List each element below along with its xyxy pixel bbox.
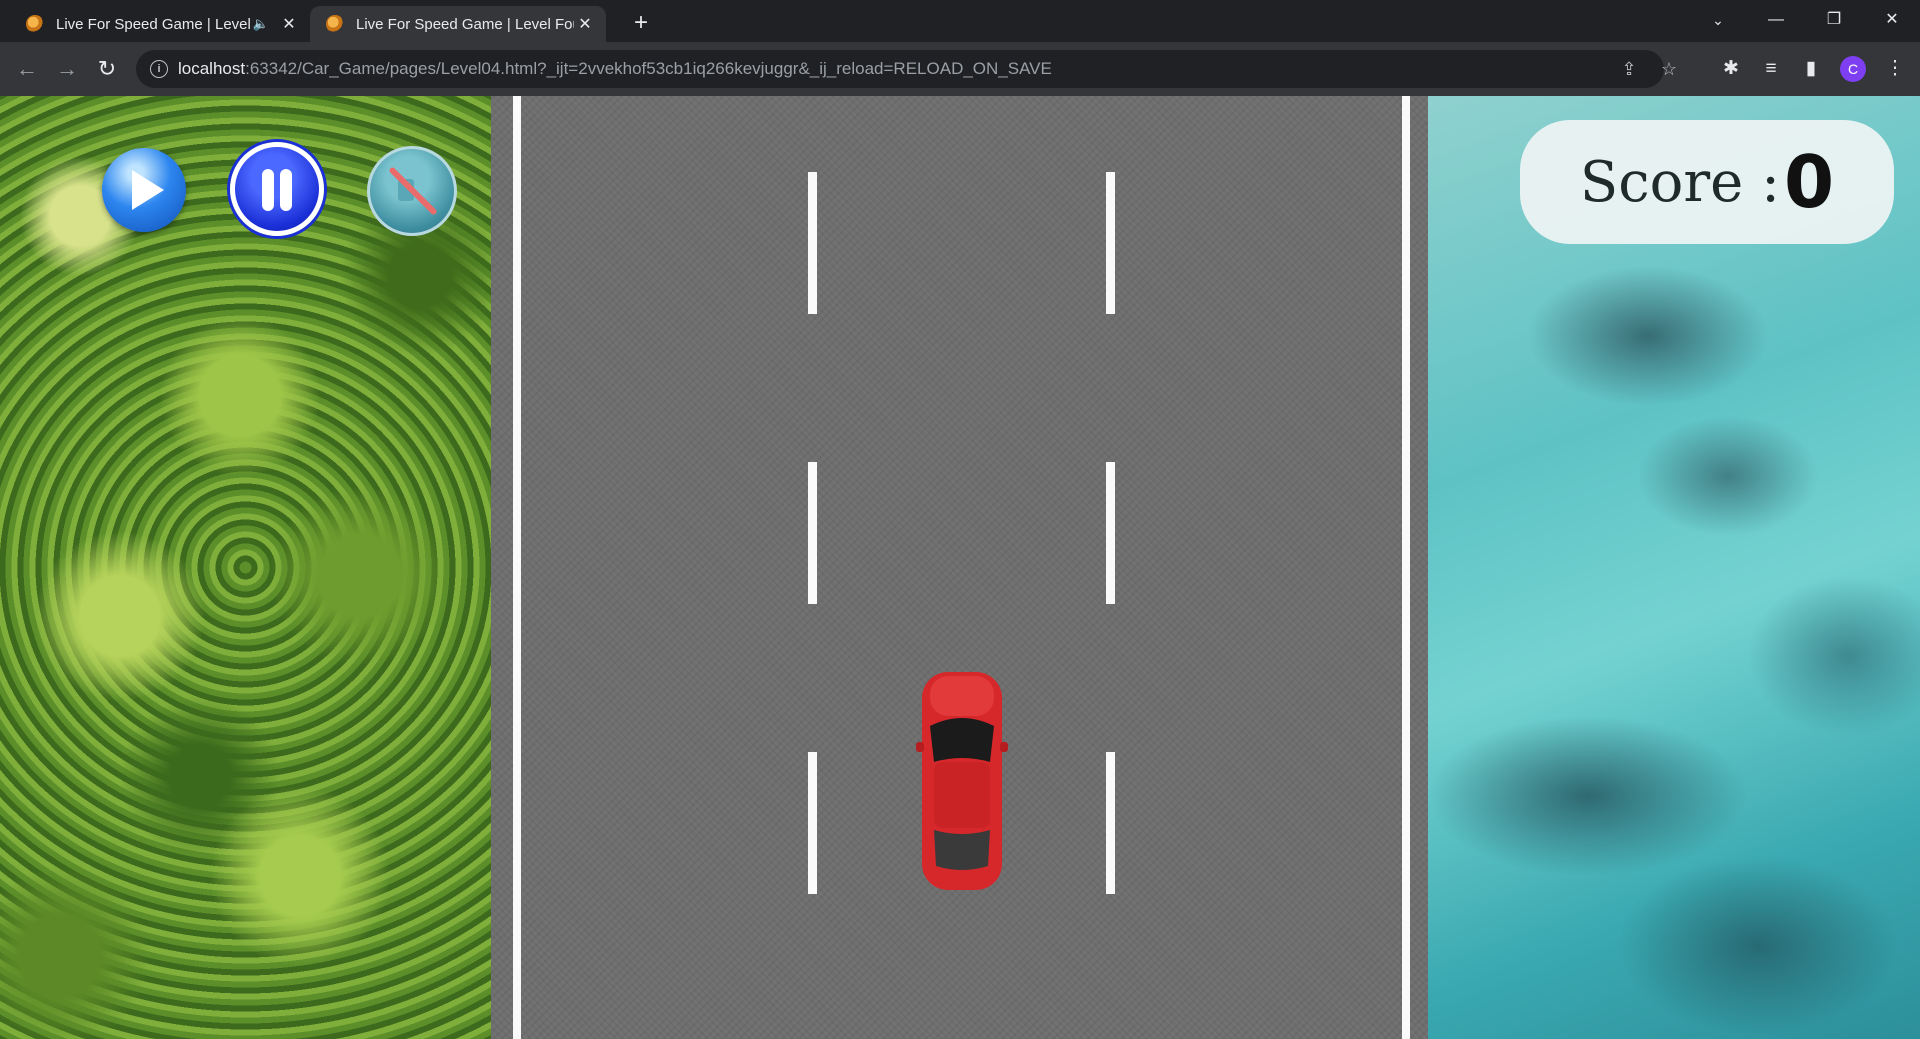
browser-toolbar: ← → ↻ i localhost:63342/Car_Game/pages/L…: [0, 42, 1920, 96]
side-panel-icon[interactable]: ▮: [1796, 54, 1826, 84]
window-close-icon[interactable]: ✕: [1864, 0, 1920, 40]
game-area: Score : 0: [0, 96, 1920, 1039]
extensions-icon[interactable]: ✱: [1716, 54, 1746, 84]
play-icon: [132, 170, 164, 210]
lane-dash: [1106, 752, 1115, 894]
lane-dash: [808, 752, 817, 894]
score-value: 0: [1783, 140, 1835, 224]
bookmark-star-icon[interactable]: ☆: [1656, 56, 1682, 82]
mute-button[interactable]: [367, 146, 457, 236]
player-car[interactable]: [916, 670, 1008, 892]
car-windshield: [930, 718, 994, 762]
car-hood: [930, 676, 994, 716]
share-icon[interactable]: ⇪: [1616, 56, 1642, 82]
road-edge-line-right: [1402, 96, 1410, 1039]
car-roof: [934, 762, 990, 828]
lane-dash: [1106, 172, 1115, 314]
tab-close-icon[interactable]: ✕: [278, 14, 300, 34]
score-label: Score :: [1579, 149, 1780, 215]
lane-dash: [808, 172, 817, 314]
pause-icon: [262, 169, 274, 211]
forest-roadside: [0, 96, 491, 1039]
favicon-icon: [326, 15, 344, 33]
car-mirror: [1000, 742, 1008, 752]
road-edge-line-left: [513, 96, 521, 1039]
tab-title: Live For Speed Game | Level Four: [56, 15, 252, 33]
address-bar[interactable]: i localhost:63342/Car_Game/pages/Level04…: [136, 50, 1677, 88]
tab-search-icon[interactable]: ⌄: [1690, 0, 1746, 40]
forward-icon[interactable]: →: [52, 54, 82, 84]
mute-slash-icon: [388, 166, 438, 216]
new-tab-button[interactable]: +: [624, 6, 658, 40]
favicon-icon: [26, 15, 44, 33]
url-text[interactable]: localhost:63342/Car_Game/pages/Level04.h…: [178, 59, 1052, 79]
url-path: :63342/Car_Game/pages/Level04.html?_ijt=…: [245, 59, 1052, 78]
reload-icon[interactable]: ↻: [92, 54, 122, 84]
back-icon[interactable]: ←: [12, 54, 42, 84]
car-rear-window: [934, 830, 990, 870]
tab-title: Live For Speed Game | Level Four: [356, 15, 574, 33]
road: [491, 96, 1428, 1039]
tab-strip: Live For Speed Game | Level Four 🔈 ✕ Liv…: [0, 0, 1920, 42]
pause-button[interactable]: [230, 142, 324, 236]
play-button[interactable]: [102, 148, 186, 232]
pause-icon: [280, 169, 292, 211]
minimize-icon[interactable]: —: [1748, 0, 1804, 40]
tab-level-four-active[interactable]: Live For Speed Game | Level Four ✕: [310, 6, 606, 42]
tab-close-icon[interactable]: ✕: [574, 14, 596, 34]
tab-level-four-background[interactable]: Live For Speed Game | Level Four 🔈 ✕: [10, 6, 310, 42]
url-host: localhost: [178, 59, 246, 78]
restore-icon[interactable]: ❐: [1806, 0, 1862, 40]
lane-dash: [1106, 462, 1115, 604]
media-control-icon[interactable]: ≡: [1756, 54, 1786, 84]
browser-menu-icon[interactable]: ⋮: [1880, 54, 1910, 84]
lane-dash: [808, 462, 817, 604]
info-icon[interactable]: i: [150, 60, 168, 78]
score-panel: Score : 0: [1520, 120, 1894, 244]
tab-audio-icon[interactable]: 🔈: [252, 16, 270, 32]
profile-avatar[interactable]: C: [1840, 56, 1866, 82]
car-mirror: [916, 742, 924, 752]
